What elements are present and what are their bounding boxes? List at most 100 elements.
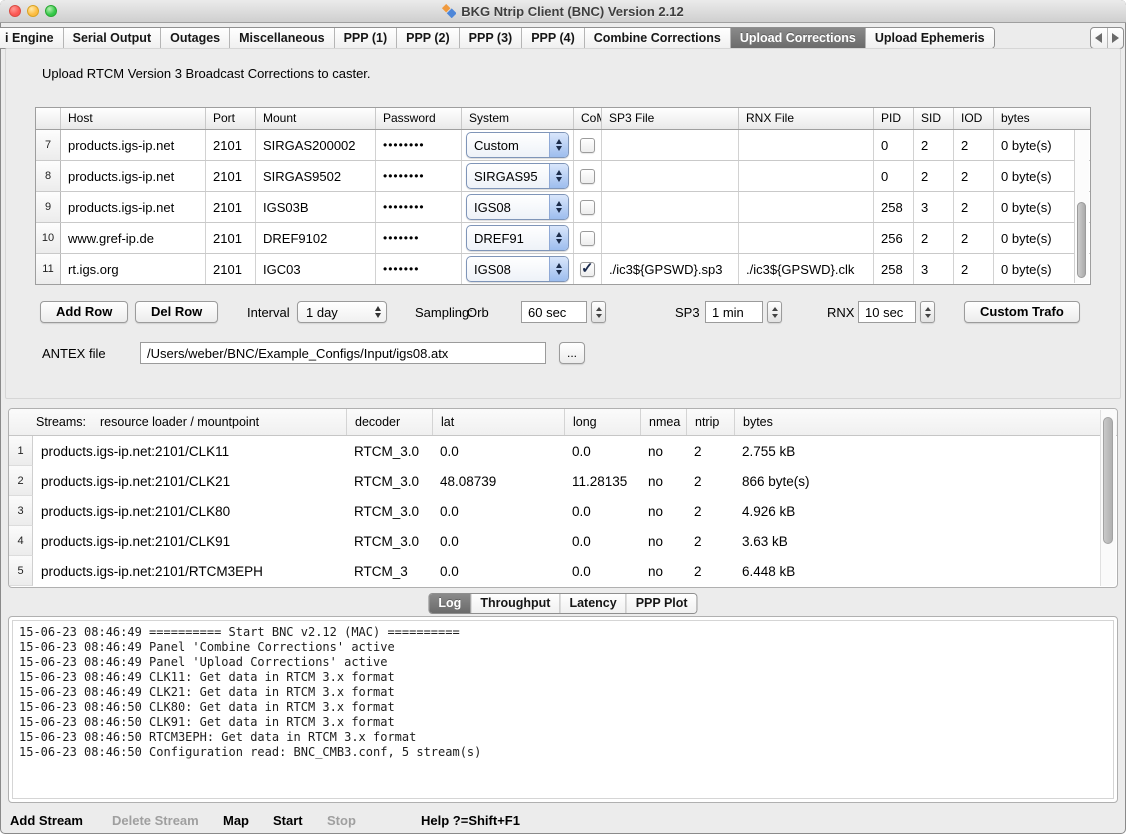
- password-cell[interactable]: ••••••••: [376, 192, 462, 222]
- system-select[interactable]: DREF91: [466, 225, 569, 251]
- com-checkbox[interactable]: [580, 138, 595, 153]
- row-number[interactable]: 8: [36, 161, 61, 191]
- sp3-file-cell[interactable]: [602, 192, 739, 222]
- sp3-file-cell[interactable]: [602, 161, 739, 191]
- host-cell[interactable]: www.gref-ip.de: [61, 223, 206, 253]
- rnx-file-cell[interactable]: [739, 192, 874, 222]
- tab-ppp-2[interactable]: PPP (2): [396, 28, 459, 48]
- host-cell[interactable]: products.igs-ip.net: [61, 161, 206, 191]
- iod-cell[interactable]: 2: [954, 161, 994, 191]
- add-stream-action[interactable]: Add Stream: [10, 813, 83, 828]
- tab-ppp-4[interactable]: PPP (4): [521, 28, 584, 48]
- rnx-file-cell[interactable]: [739, 161, 874, 191]
- mount-cell[interactable]: SIRGAS200002: [256, 130, 376, 160]
- scroll-tabs-right-button[interactable]: [1107, 28, 1124, 48]
- tab-ppp-3[interactable]: PPP (3): [459, 28, 522, 48]
- pid-cell[interactable]: 256: [874, 223, 914, 253]
- streams-scrollbar[interactable]: [1100, 410, 1116, 586]
- row-number[interactable]: 9: [36, 192, 61, 222]
- stream-row[interactable]: 2products.igs-ip.net:2101/CLK21RTCM_3.04…: [9, 466, 1117, 496]
- antex-file-input[interactable]: [140, 342, 546, 364]
- mount-cell[interactable]: IGC03: [256, 254, 376, 284]
- sp3-file-cell[interactable]: [602, 130, 739, 160]
- row-number[interactable]: 10: [36, 223, 61, 253]
- password-cell[interactable]: •••••••: [376, 254, 462, 284]
- tab-combine-corrections[interactable]: Combine Corrections: [584, 28, 730, 48]
- del-row-button[interactable]: Del Row: [135, 301, 218, 323]
- upload-table-scrollbar[interactable]: [1074, 130, 1089, 283]
- host-cell[interactable]: products.igs-ip.net: [61, 192, 206, 222]
- host-cell[interactable]: products.igs-ip.net: [61, 130, 206, 160]
- system-select[interactable]: SIRGAS95: [466, 163, 569, 189]
- port-cell[interactable]: 2101: [206, 254, 256, 284]
- rnx-file-cell[interactable]: ./ic3${GPSWD}.clk: [739, 254, 874, 284]
- row-number[interactable]: 7: [36, 130, 61, 160]
- iod-cell[interactable]: 2: [954, 130, 994, 160]
- orb-sampling-input[interactable]: [521, 301, 587, 323]
- sid-cell[interactable]: 2: [914, 130, 954, 160]
- stream-row[interactable]: 3products.igs-ip.net:2101/CLK80RTCM_3.00…: [9, 496, 1117, 526]
- rnx-stepper[interactable]: [920, 301, 935, 323]
- custom-trafo-button[interactable]: Custom Trafo: [964, 301, 1080, 323]
- tab-ppp-1[interactable]: PPP (1): [334, 28, 397, 48]
- orb-stepper[interactable]: [591, 301, 606, 323]
- sid-cell[interactable]: 2: [914, 223, 954, 253]
- mount-cell[interactable]: DREF9102: [256, 223, 376, 253]
- add-row-button[interactable]: Add Row: [40, 301, 128, 323]
- tab-miscellaneous[interactable]: Miscellaneous: [229, 28, 333, 48]
- rnx-file-cell[interactable]: [739, 130, 874, 160]
- password-cell[interactable]: ••••••••: [376, 130, 462, 160]
- sp3-sampling-input[interactable]: [705, 301, 763, 323]
- pid-cell[interactable]: 0: [874, 130, 914, 160]
- port-cell[interactable]: 2101: [206, 192, 256, 222]
- sp3-file-cell[interactable]: ./ic3${GPSWD}.sp3: [602, 254, 739, 284]
- sp3-file-cell[interactable]: [602, 223, 739, 253]
- com-checkbox[interactable]: [580, 200, 595, 215]
- password-cell[interactable]: •••••••: [376, 223, 462, 253]
- port-cell[interactable]: 2101: [206, 130, 256, 160]
- scrollbar-thumb[interactable]: [1103, 417, 1113, 544]
- mount-cell[interactable]: SIRGAS9502: [256, 161, 376, 191]
- host-cell[interactable]: rt.igs.org: [61, 254, 206, 284]
- password-cell[interactable]: ••••••••: [376, 161, 462, 191]
- tab-latency[interactable]: Latency: [559, 594, 625, 613]
- pid-cell[interactable]: 0: [874, 161, 914, 191]
- rnx-file-cell[interactable]: [739, 223, 874, 253]
- tab-serial-output[interactable]: Serial Output: [63, 28, 160, 48]
- com-checkbox[interactable]: [580, 169, 595, 184]
- rnx-sampling-input[interactable]: [858, 301, 916, 323]
- system-select[interactable]: IGS08: [466, 194, 569, 220]
- iod-cell[interactable]: 2: [954, 223, 994, 253]
- antex-browse-button[interactable]: ...: [559, 342, 585, 364]
- mount-cell[interactable]: IGS03B: [256, 192, 376, 222]
- start-action[interactable]: Start: [273, 813, 303, 828]
- pid-cell[interactable]: 258: [874, 254, 914, 284]
- tab-i-engine[interactable]: i Engine: [0, 28, 63, 48]
- tab-upload-ephemeris[interactable]: Upload Ephemeris: [865, 28, 994, 48]
- log-text-area[interactable]: 15-06-23 08:46:49 ========== Start BNC v…: [12, 620, 1114, 799]
- stream-row[interactable]: 1products.igs-ip.net:2101/CLK11RTCM_3.00…: [9, 436, 1117, 466]
- stream-row[interactable]: 4products.igs-ip.net:2101/CLK91RTCM_3.00…: [9, 526, 1117, 556]
- map-action[interactable]: Map: [223, 813, 249, 828]
- scrollbar-thumb[interactable]: [1077, 202, 1086, 279]
- iod-cell[interactable]: 2: [954, 254, 994, 284]
- system-select[interactable]: IGS08: [466, 256, 569, 282]
- scroll-tabs-left-button[interactable]: [1091, 28, 1107, 48]
- port-cell[interactable]: 2101: [206, 161, 256, 191]
- system-select[interactable]: Custom: [466, 132, 569, 158]
- tab-throughput[interactable]: Throughput: [470, 594, 559, 613]
- pid-cell[interactable]: 258: [874, 192, 914, 222]
- com-checkbox[interactable]: [580, 262, 595, 277]
- tab-upload-corrections[interactable]: Upload Corrections: [730, 28, 865, 48]
- stream-row[interactable]: 5products.igs-ip.net:2101/RTCM3EPHRTCM_3…: [9, 556, 1117, 586]
- interval-select[interactable]: 1 day: [297, 301, 387, 323]
- tab-outages[interactable]: Outages: [160, 28, 229, 48]
- tab-ppp-plot[interactable]: PPP Plot: [626, 594, 697, 613]
- iod-cell[interactable]: 2: [954, 192, 994, 222]
- sp3-stepper[interactable]: [767, 301, 782, 323]
- sid-cell[interactable]: 3: [914, 254, 954, 284]
- sid-cell[interactable]: 2: [914, 161, 954, 191]
- row-number[interactable]: 11: [36, 254, 61, 284]
- port-cell[interactable]: 2101: [206, 223, 256, 253]
- sid-cell[interactable]: 3: [914, 192, 954, 222]
